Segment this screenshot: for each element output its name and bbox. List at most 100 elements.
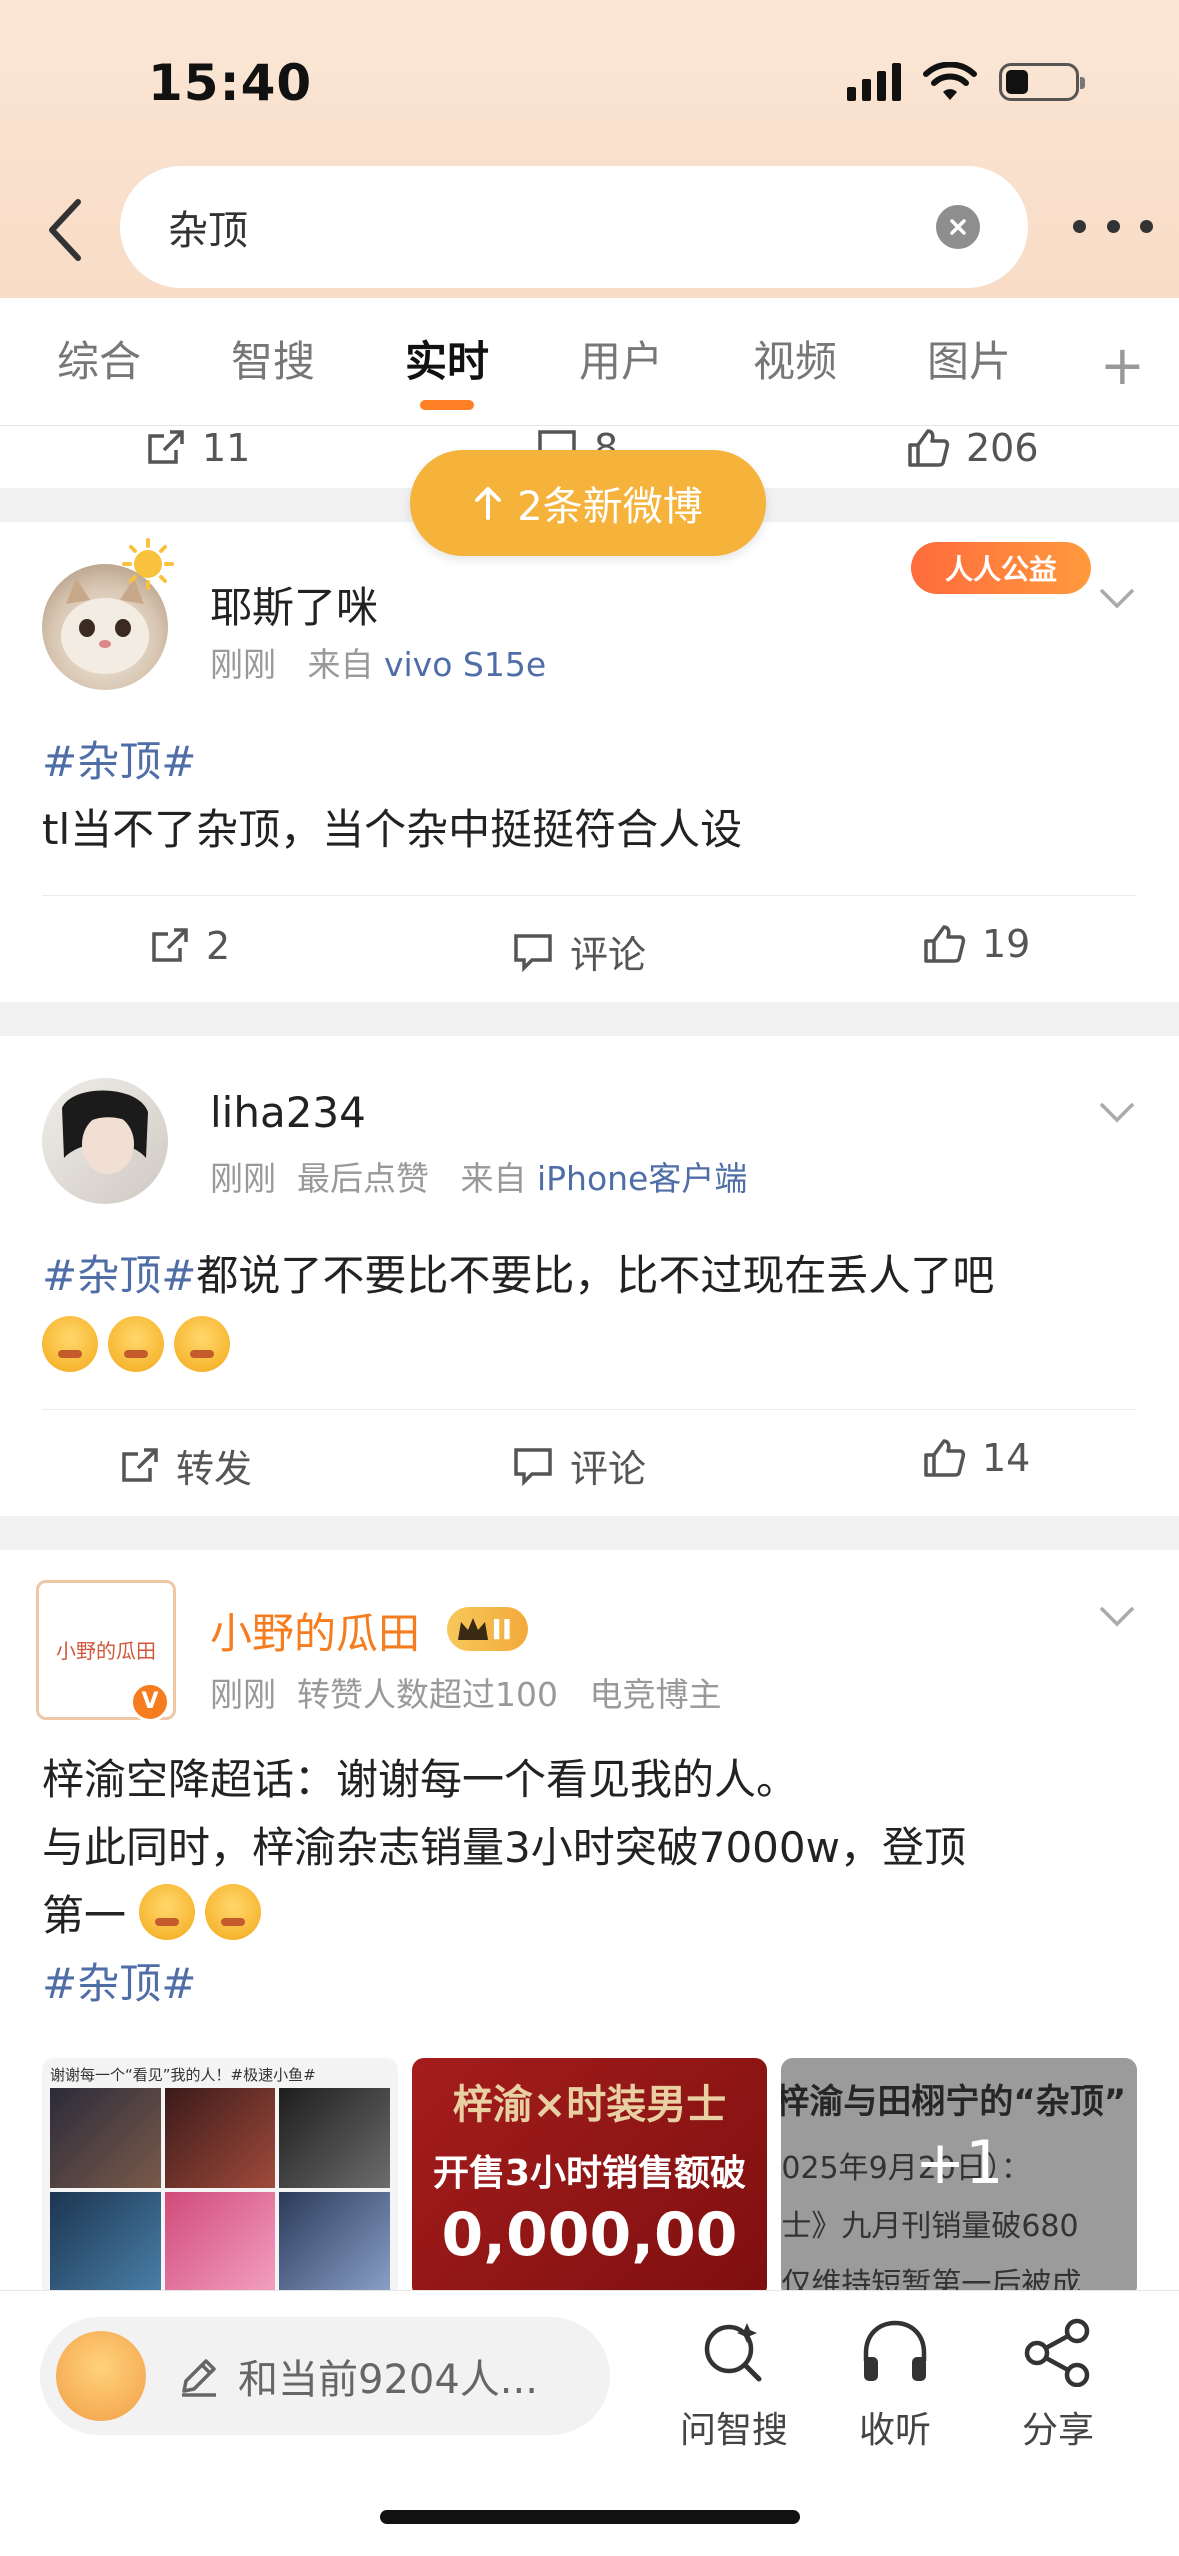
post-source[interactable]: iPhone客户端 bbox=[537, 1159, 747, 1198]
topic-link[interactable]: #杂顶# bbox=[42, 728, 1137, 796]
new-posts-label: 2条新微博 bbox=[517, 484, 703, 530]
image-title: 梓渝×时装男士 bbox=[452, 2082, 727, 2128]
tab-ai-search[interactable]: 智搜 bbox=[186, 298, 360, 426]
image-grid: 谢谢每一个“看见”我的人！#极速小鱼# 梓渝×时装男士 开售3小时销售额破 0,… bbox=[42, 2058, 1138, 2298]
repost-button[interactable]: 11 bbox=[146, 426, 250, 470]
tab-videos[interactable]: 视频 bbox=[708, 298, 882, 426]
listen-button[interactable]: 收听 bbox=[820, 2317, 970, 2453]
image-subtitle: 开售3小时销售额破 bbox=[432, 2153, 747, 2194]
like-icon bbox=[924, 925, 966, 963]
tab-users[interactable]: 用户 bbox=[534, 298, 708, 426]
topic-link[interactable]: #杂顶# bbox=[42, 1950, 1137, 2018]
status-time: 15:40 bbox=[148, 54, 313, 112]
popularity-label: 转赞人数超过100 bbox=[296, 1675, 558, 1714]
like-button[interactable]: 14 bbox=[922, 1436, 1030, 1480]
repost-count: 11 bbox=[202, 426, 251, 470]
image-big-number: 0,000,00 bbox=[441, 2200, 738, 2270]
emoji-icon bbox=[205, 1884, 262, 1940]
charity-badge[interactable]: 人人公益 bbox=[911, 542, 1091, 594]
repost-icon bbox=[152, 928, 188, 962]
search-query: 杂顶 bbox=[168, 208, 248, 254]
wifi-icon bbox=[923, 62, 977, 100]
comment-button[interactable]: 评论 bbox=[512, 1438, 646, 1493]
comment-label: 评论 bbox=[570, 933, 647, 977]
like-button[interactable]: 206 bbox=[906, 426, 1039, 470]
avatar-text: 小野的瓜田 bbox=[56, 1639, 156, 1663]
share-label: 分享 bbox=[1021, 2410, 1094, 2451]
user-avatar bbox=[56, 2331, 146, 2421]
vip-badge[interactable]: II bbox=[447, 1607, 529, 1651]
post-card: 耶斯了咪 刚刚 来自 vivo S15e 人人公益 #杂顶# tl当不了杂顶，当… bbox=[0, 522, 1179, 1002]
like-button[interactable]: 19 bbox=[922, 922, 1030, 966]
tab-realtime[interactable]: 实时 bbox=[360, 298, 534, 426]
pencil-icon bbox=[182, 2359, 216, 2397]
username[interactable]: 小野的瓜田 bbox=[210, 1609, 420, 1658]
username[interactable]: 耶斯了咪 bbox=[210, 574, 378, 635]
emoji-icon bbox=[139, 1884, 196, 1940]
compose-input[interactable]: 和当前9204人... bbox=[40, 2317, 610, 2435]
search-input[interactable]: 杂顶 bbox=[120, 166, 1028, 288]
back-button[interactable] bbox=[24, 190, 104, 270]
chevron-down-icon[interactable] bbox=[1097, 584, 1137, 612]
headphones-icon bbox=[863, 2320, 927, 2381]
source-prefix: 来自 bbox=[460, 1159, 527, 1198]
like-icon bbox=[924, 1439, 966, 1477]
comment-label: 评论 bbox=[570, 1447, 647, 1491]
post-text-line: 与此同时，梓渝杂志销量3小时突破7000w，登顶 bbox=[42, 1823, 966, 1872]
image-caption: 谢谢每一个“看见”我的人！#极速小鱼# bbox=[50, 2066, 316, 2084]
comment-button[interactable]: 评论 bbox=[512, 924, 646, 979]
source-prefix: 来自 bbox=[307, 645, 374, 684]
new-posts-button[interactable]: 2条新微博 bbox=[410, 450, 766, 556]
post-meta: 刚刚 来自 vivo S15e bbox=[210, 638, 546, 686]
repost-button[interactable]: 2 bbox=[150, 924, 230, 968]
add-tab-button[interactable]: + bbox=[1100, 334, 1145, 397]
ai-search-icon bbox=[704, 2323, 762, 2382]
listen-label: 收听 bbox=[858, 2410, 931, 2451]
ai-search-button[interactable]: 问智搜 bbox=[659, 2317, 809, 2453]
clear-search-button[interactable] bbox=[936, 205, 980, 249]
repost-button[interactable]: 转发 bbox=[120, 1438, 252, 1493]
chevron-down-icon[interactable] bbox=[1097, 1602, 1137, 1630]
ai-search-label: 问智搜 bbox=[679, 2410, 788, 2451]
post-image[interactable]: 梓渝与田栩宁的“杂顶” 025年9月20日）： 士》九月刊销量破680 仅维持短… bbox=[781, 2058, 1138, 2298]
post-meta: 刚刚 最后点赞 来自 iPhone客户端 bbox=[210, 1152, 747, 1200]
share-button[interactable]: 分享 bbox=[983, 2317, 1133, 2453]
more-options-button[interactable] bbox=[1073, 196, 1153, 256]
search-tabs: 综合 智搜 实时 用户 视频 图片 bbox=[0, 298, 1179, 426]
tab-images[interactable]: 图片 bbox=[882, 298, 1056, 426]
tab-comprehensive[interactable]: 综合 bbox=[12, 298, 186, 426]
verified-badge-icon: V bbox=[130, 1682, 170, 1722]
post-image[interactable]: 梓渝×时装男士 开售3小时销售额破 0,000,00 bbox=[411, 2058, 768, 2298]
like-icon bbox=[908, 429, 950, 467]
vip-level: II bbox=[491, 1612, 513, 1646]
avatar[interactable] bbox=[42, 1078, 168, 1204]
post-source[interactable]: vivo S15e bbox=[384, 645, 546, 684]
person-avatar-icon bbox=[62, 1090, 148, 1174]
like-count: 14 bbox=[982, 1436, 1031, 1480]
post-image[interactable]: 谢谢每一个“看见”我的人！#极速小鱼# bbox=[42, 2058, 398, 2298]
share-icon bbox=[1024, 2318, 1090, 2388]
home-indicator bbox=[380, 2510, 800, 2524]
more-images-count: +1 bbox=[914, 2128, 1004, 2198]
crown-icon bbox=[458, 1618, 489, 1640]
repost-icon bbox=[122, 1447, 158, 1482]
chevron-down-icon[interactable] bbox=[1097, 1098, 1137, 1126]
topic-link[interactable]: #杂顶# bbox=[42, 1251, 196, 1300]
post-time: 刚刚 bbox=[210, 1675, 276, 1714]
arrow-up-icon bbox=[475, 487, 502, 520]
sun-icon bbox=[122, 538, 174, 590]
last-liked-label: 最后点赞 bbox=[296, 1159, 429, 1198]
post-text-line-with-emoji: 第一 bbox=[42, 1882, 1137, 1950]
repost-icon bbox=[148, 430, 184, 464]
screen: { "status": { "time": "15:40" }, "search… bbox=[0, 0, 1179, 2556]
divider bbox=[42, 1409, 1137, 1410]
repost-label: 转发 bbox=[176, 1447, 253, 1491]
username[interactable]: liha234 bbox=[210, 1088, 366, 1137]
post-card: liha234 刚刚 最后点赞 来自 iPhone客户端 #杂顶#都说了不要比不… bbox=[0, 1036, 1179, 1516]
emoji-icon bbox=[108, 1316, 164, 1372]
emoji-row bbox=[42, 1314, 1137, 1382]
signal-icon bbox=[847, 63, 901, 101]
post-time: 刚刚 bbox=[210, 645, 276, 684]
close-icon bbox=[950, 219, 966, 235]
back-arrow-icon bbox=[49, 199, 81, 261]
